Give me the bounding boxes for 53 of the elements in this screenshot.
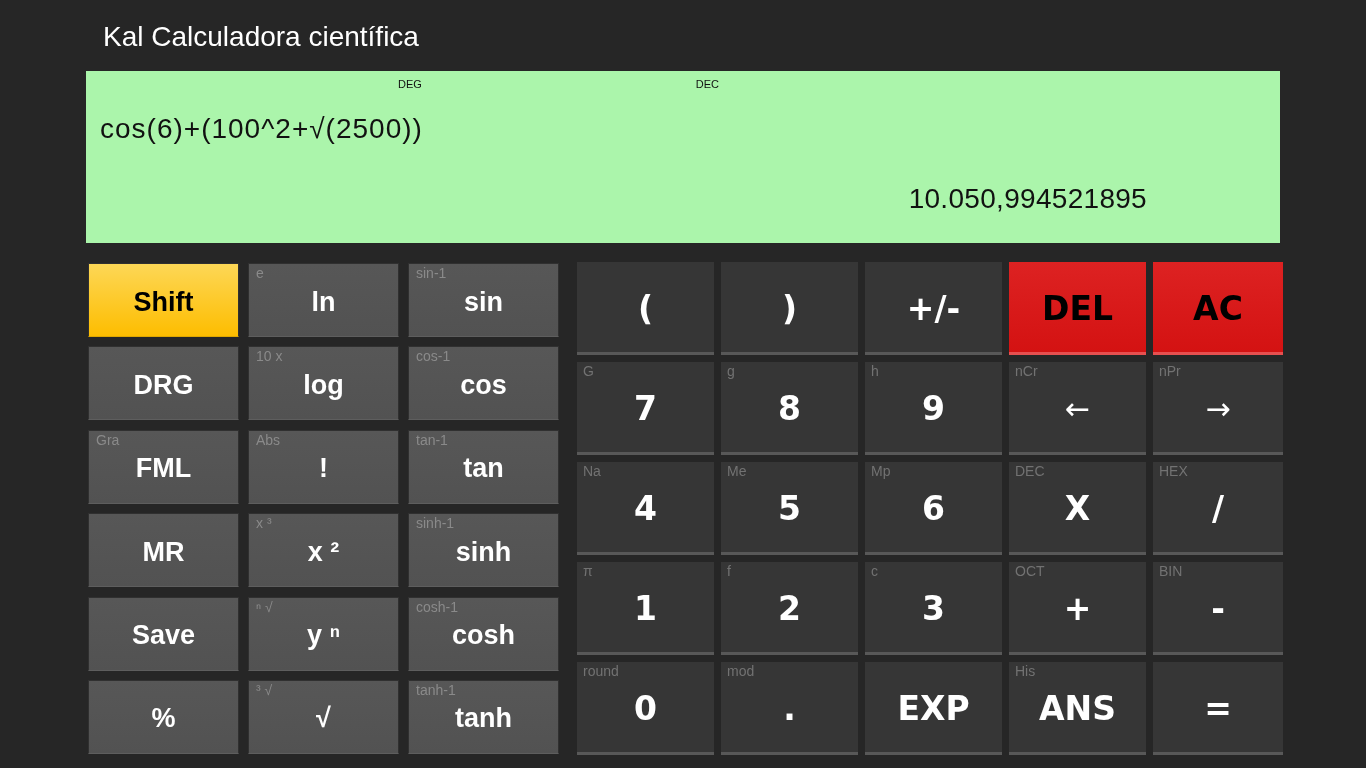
secondary-label: g: [727, 363, 735, 379]
keypad-key[interactable]: Me 5: [721, 462, 858, 555]
keypad-key[interactable]: Na 4: [577, 462, 714, 555]
keypad-key[interactable]: +/-: [865, 262, 1002, 355]
keypad-key[interactable]: h 9: [865, 362, 1002, 455]
expression-text: cos(6)+(100^2+√(2500)): [100, 112, 423, 146]
result-text: 10.050,994521895: [908, 182, 1147, 216]
secondary-label: mod: [727, 663, 755, 679]
keypad-key[interactable]: BIN -: [1153, 562, 1283, 655]
keypad-key[interactable]: EXP: [865, 662, 1002, 755]
keypad-key[interactable]: f 2: [721, 562, 858, 655]
secondary-label: π: [583, 563, 593, 579]
secondary-label: OCT: [1015, 563, 1045, 579]
secondary-label: nPr: [1159, 363, 1181, 379]
function-key[interactable]: Save: [88, 596, 239, 671]
secondary-label: f: [727, 563, 731, 579]
clear-key[interactable]: DEL: [1009, 262, 1146, 355]
keypad-key[interactable]: ): [721, 262, 858, 355]
mode-indicator: DEG: [398, 77, 422, 91]
app-title: Kal Calculadora científica: [103, 21, 419, 52]
secondary-label: G: [583, 363, 594, 379]
keypad-key[interactable]: OCT +: [1009, 562, 1146, 655]
keypad-key[interactable]: mod .: [721, 662, 858, 755]
secondary-label: round: [583, 663, 619, 679]
secondary-label: nCr: [1015, 363, 1038, 379]
keypad-key[interactable]: (: [577, 262, 714, 355]
secondary-label: His: [1015, 663, 1036, 679]
keypad-key[interactable]: g 8: [721, 362, 858, 455]
keypad-key[interactable]: DEC X: [1009, 462, 1146, 555]
function-key[interactable]: DRG: [88, 346, 239, 421]
keypad-key[interactable]: round 0: [577, 662, 714, 755]
clear-key[interactable]: AC: [1153, 262, 1283, 355]
secondary-label: c: [871, 563, 878, 579]
keypad-key[interactable]: His ANS: [1009, 662, 1146, 755]
shift-button[interactable]: Shift: [88, 263, 239, 337]
keypad-key[interactable]: =: [1153, 662, 1283, 755]
secondary-label: Me: [727, 463, 747, 479]
keypad-key[interactable]: c 3: [865, 562, 1002, 655]
secondary-label: h: [871, 363, 879, 379]
arrow-key[interactable]: nPr →: [1153, 362, 1283, 455]
keypad-key[interactable]: G 7: [577, 362, 714, 455]
secondary-label: BIN: [1159, 563, 1183, 579]
keypad-key[interactable]: HEX /: [1153, 462, 1283, 555]
function-key[interactable]: MR: [88, 513, 239, 588]
secondary-label: Mp: [871, 463, 891, 479]
secondary-label: HEX: [1159, 463, 1188, 479]
secondary-label: DEC: [1015, 463, 1045, 479]
mode-indicator: DEC: [695, 77, 720, 91]
keypad-key[interactable]: Mp 6: [865, 462, 1002, 555]
arrow-key[interactable]: nCr ←: [1009, 362, 1146, 455]
secondary-label: Na: [583, 463, 601, 479]
keypad-key[interactable]: π 1: [577, 562, 714, 655]
function-key[interactable]: %: [88, 679, 239, 754]
